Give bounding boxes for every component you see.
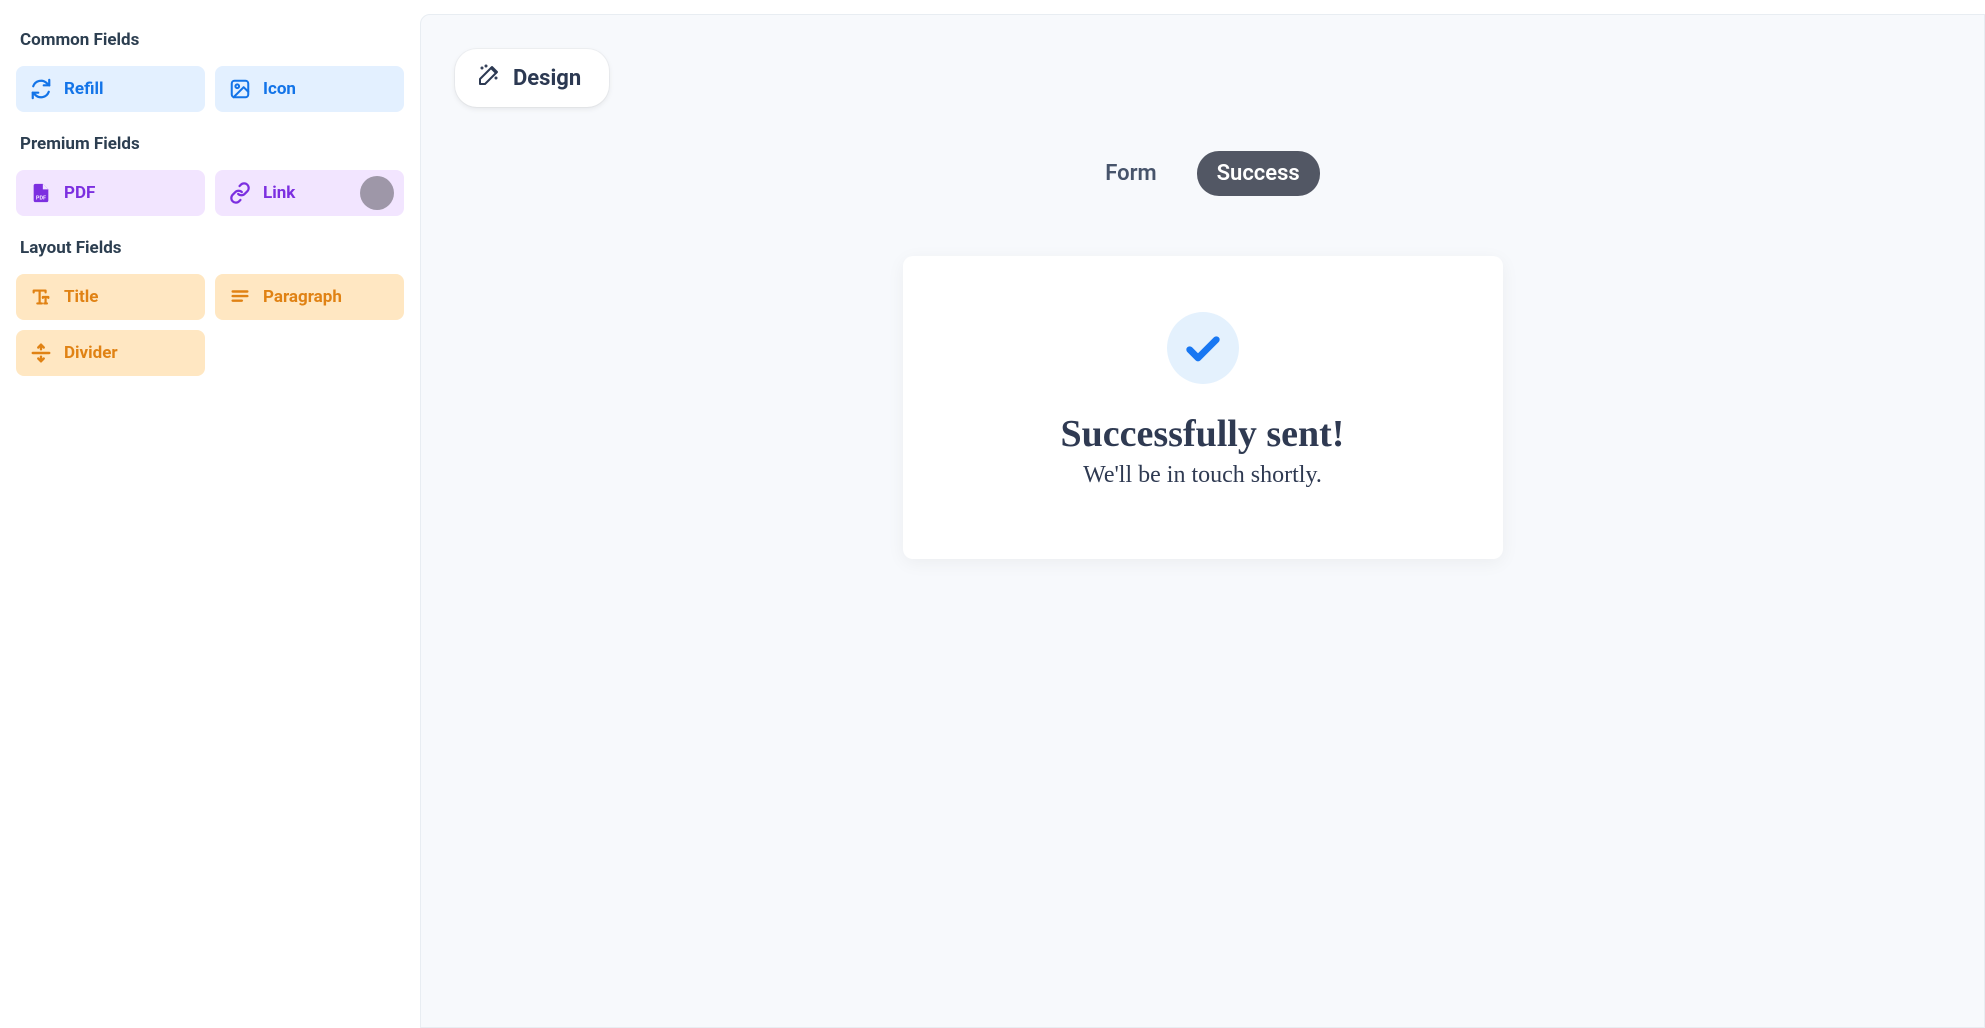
success-subtitle: We'll be in touch shortly. [943, 462, 1463, 489]
field-item-label: Icon [263, 79, 296, 99]
field-item-title[interactable]: Title [16, 274, 205, 320]
design-button-label: Design [513, 66, 581, 91]
field-item-label: Divider [64, 343, 118, 363]
success-preview-card: Successfully sent! We'll be in touch sho… [903, 256, 1503, 559]
pdf-file-icon: PDF [30, 182, 52, 204]
field-item-label: Paragraph [263, 287, 342, 307]
tab-success[interactable]: Success [1197, 151, 1320, 196]
tab-row: Form Success [455, 151, 1950, 196]
success-title: Successfully sent! [943, 412, 1463, 456]
tab-form[interactable]: Form [1085, 151, 1176, 196]
wand-icon [477, 63, 501, 93]
field-item-paragraph[interactable]: Paragraph [215, 274, 404, 320]
field-item-label: PDF [64, 183, 95, 203]
section-heading-layout: Layout Fields [20, 238, 400, 258]
field-item-pdf[interactable]: PDF PDF [16, 170, 205, 216]
check-icon [1167, 312, 1239, 384]
sidebar: Common Fields Refill Icon Premium Fields… [0, 0, 420, 1028]
field-item-label: Title [64, 287, 98, 307]
field-item-icon[interactable]: Icon [215, 66, 404, 112]
svg-text:PDF: PDF [36, 195, 46, 201]
field-item-link[interactable]: Link [215, 170, 404, 216]
field-item-divider[interactable]: Divider [16, 330, 205, 376]
field-item-refill[interactable]: Refill [16, 66, 205, 112]
cursor-ripple-icon [360, 176, 394, 210]
image-icon [229, 78, 251, 100]
divider-icon [30, 342, 52, 364]
field-item-label: Link [263, 183, 295, 203]
section-heading-premium: Premium Fields [20, 134, 400, 154]
field-item-label: Refill [64, 79, 103, 99]
canvas: Design Form Success Successfully sent! W… [420, 14, 1985, 1028]
paragraph-icon [229, 286, 251, 308]
section-heading-common: Common Fields [20, 30, 400, 50]
title-icon [30, 286, 52, 308]
refresh-icon [30, 78, 52, 100]
link-icon [229, 182, 251, 204]
design-button[interactable]: Design [455, 49, 609, 107]
